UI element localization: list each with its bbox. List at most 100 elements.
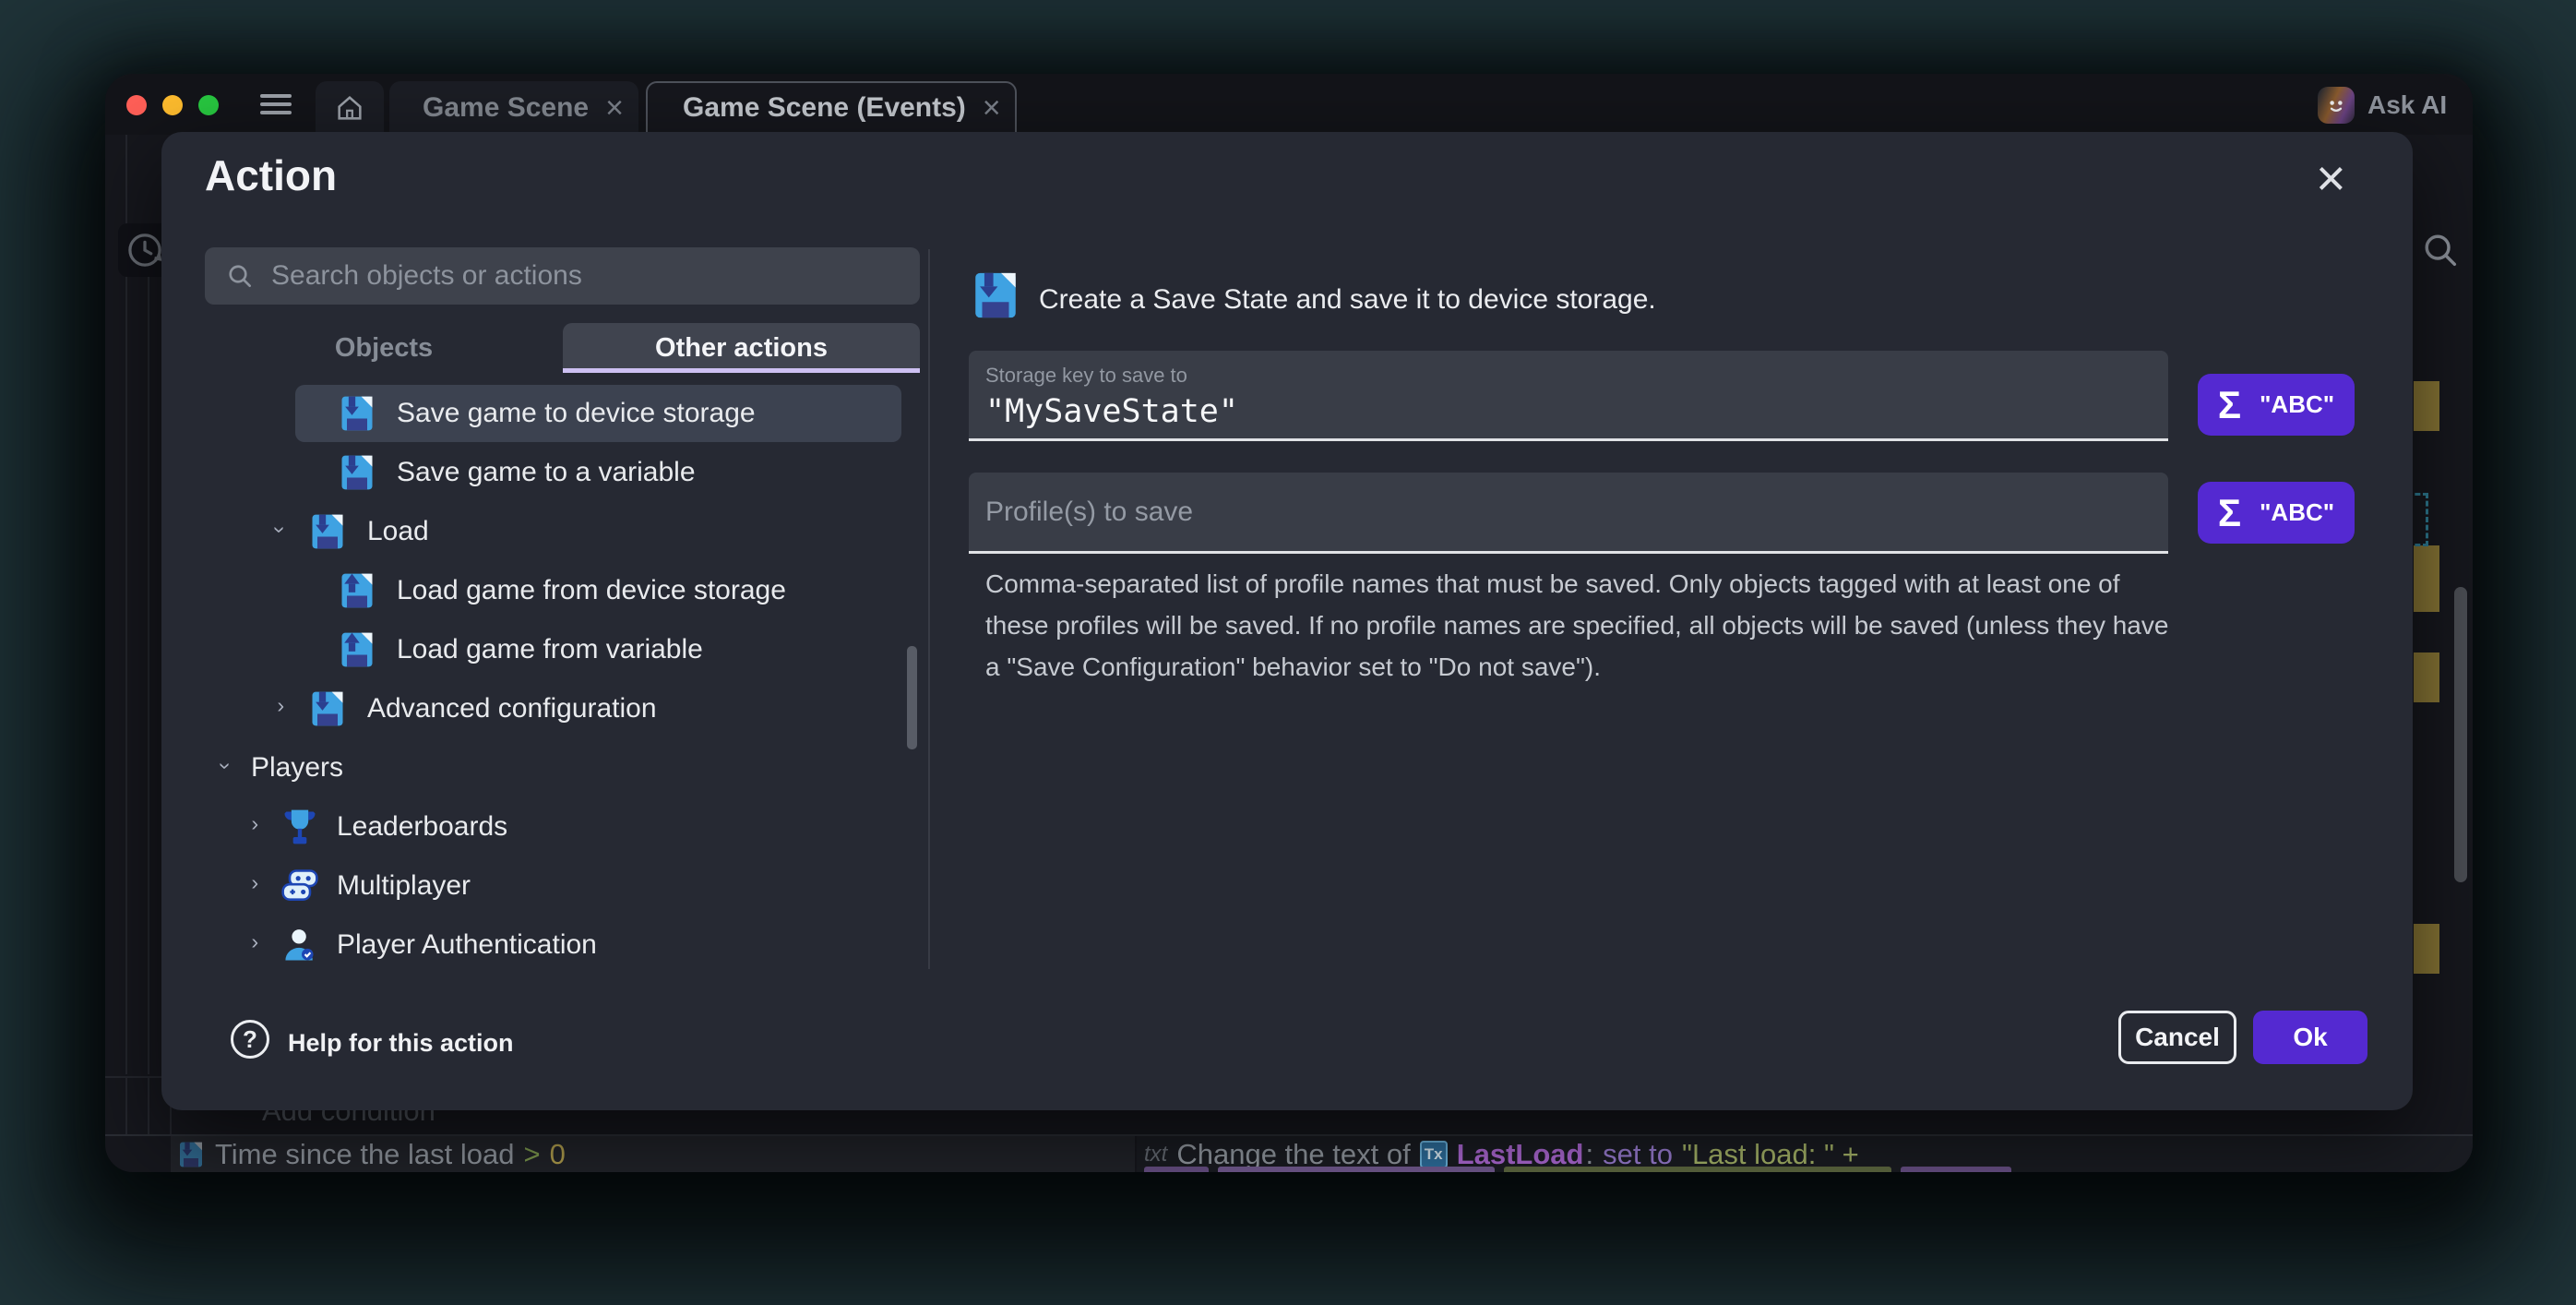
list-group-load[interactable]: › Load	[205, 503, 920, 555]
active-tab-underline	[563, 368, 920, 373]
trophy-icon	[280, 807, 320, 847]
app-window: Game Scene × Game Scene (Events) ×	[105, 74, 2473, 1172]
abc-label: "ABC"	[2260, 498, 2334, 527]
field-help-text: Comma-separated list of profile names th…	[985, 564, 2171, 688]
list-group-multiplayer[interactable]: › Multiplayer	[205, 857, 920, 909]
home-icon	[334, 92, 365, 124]
tab-other-actions[interactable]: Other actions	[563, 323, 920, 373]
text-object-icon: txt	[1144, 1142, 1167, 1167]
list-group-label: Players	[251, 752, 343, 784]
actions-tree: Save game to device storage Save game to…	[205, 377, 920, 972]
tab-label: Objects	[335, 333, 433, 364]
clipped-action-line	[1137, 1167, 2473, 1172]
condition-value: 0	[550, 1138, 566, 1171]
main-menu-icon[interactable]	[260, 94, 292, 116]
storage-key-field[interactable]: Storage key to save to "MySaveState"	[969, 351, 2168, 441]
text-object-thumbnail-icon: Tx	[1420, 1141, 1448, 1168]
indent-guide	[148, 1078, 149, 1134]
abc-label: "ABC"	[2260, 390, 2334, 419]
titlebar: Game Scene × Game Scene (Events) ×	[105, 74, 2473, 135]
save-icon	[337, 393, 377, 434]
save-state-icon	[969, 269, 1022, 322]
chevron-down-icon[interactable]: ›	[216, 762, 237, 770]
player-authentication-icon	[280, 925, 320, 965]
list-item-label: Load	[367, 516, 429, 547]
dialog-title: Action	[205, 150, 337, 200]
chevron-down-icon[interactable]: ›	[270, 526, 292, 533]
expression-editor-button[interactable]: Σ "ABC"	[2198, 482, 2355, 544]
field-value: "MySaveState"	[985, 393, 1238, 430]
list-item-label: Load game from variable	[397, 634, 703, 665]
list-item-selected[interactable]: Save game to device storage	[205, 385, 920, 437]
profiles-field[interactable]: Profile(s) to save	[969, 473, 2168, 554]
traffic-light-minimize-button[interactable]	[162, 95, 183, 115]
list-item[interactable]: Load game from device storage	[205, 562, 920, 614]
clipped-event-text	[2414, 652, 2439, 702]
help-for-this-action-link[interactable]: Help for this action	[288, 1029, 514, 1058]
list-item-label: Advanced configuration	[367, 693, 657, 724]
help-question-icon[interactable]: ?	[231, 1020, 269, 1059]
action-summary: Create a Save State and save it to devic…	[1039, 284, 1656, 316]
tab-game-scene-events[interactable]: Game Scene (Events) ×	[646, 81, 1017, 135]
tab-label: Game Scene (Events)	[683, 92, 966, 124]
condition-text: Time since the last load	[215, 1138, 515, 1171]
traffic-light-zoom-button[interactable]	[198, 95, 219, 115]
list-group-leaderboards[interactable]: › Leaderboards	[205, 798, 920, 850]
list-item-label: Multiplayer	[337, 870, 471, 902]
clipped-event-text	[2414, 545, 2439, 612]
list-item-label: Load game from device storage	[397, 575, 786, 606]
load-icon	[337, 629, 377, 670]
list-group-advanced-configuration[interactable]: › Advanced configuration	[205, 680, 920, 732]
tab-label: Game Scene	[423, 92, 589, 124]
panel-divider	[928, 249, 930, 969]
field-placeholder: Profile(s) to save	[985, 497, 1193, 528]
list-item-label: Save game to device storage	[397, 398, 756, 429]
event-condition-cell[interactable]: Time since the last load > 0	[171, 1136, 1135, 1172]
list-group-players[interactable]: › Players	[205, 739, 920, 791]
chevron-right-icon[interactable]: ›	[277, 694, 284, 715]
expression-editor-button[interactable]: Σ "ABC"	[2198, 374, 2355, 436]
list-item-label: Save game to a variable	[397, 457, 696, 488]
tab-objects[interactable]: Objects	[205, 323, 563, 373]
close-tab-icon[interactable]: ×	[983, 92, 1001, 124]
ask-ai-button[interactable]: Ask AI	[2318, 87, 2447, 124]
search-field[interactable]	[205, 247, 920, 305]
list-group-player-authentication[interactable]: › Player Authentication	[205, 916, 920, 968]
clipped-event-text	[2414, 381, 2439, 431]
action-dialog: Action × Objects Other actions	[161, 132, 2413, 1110]
clipped-event-text	[2414, 924, 2439, 974]
indent-guide	[125, 1078, 127, 1134]
indent-guide	[148, 245, 149, 1074]
events-scrollbar[interactable]	[2454, 587, 2467, 882]
search-icon[interactable]	[2419, 229, 2462, 271]
condition-operator: >	[524, 1138, 541, 1171]
home-tab[interactable]	[316, 81, 384, 135]
save-icon	[307, 688, 348, 729]
close-tab-icon[interactable]: ×	[605, 92, 624, 124]
list-item-label: Leaderboards	[337, 811, 507, 843]
chevron-right-icon[interactable]: ›	[251, 930, 258, 952]
save-icon	[337, 452, 377, 493]
history-clock-icon[interactable]	[124, 229, 166, 271]
chevron-right-icon[interactable]: ›	[251, 871, 258, 892]
list-item[interactable]: Save game to a variable	[205, 444, 920, 496]
ok-button[interactable]: Ok	[2253, 1011, 2367, 1064]
multiplayer-gamepads-icon	[280, 866, 320, 906]
close-dialog-icon[interactable]: ×	[2316, 152, 2346, 204]
list-scrollbar[interactable]	[907, 646, 917, 749]
search-icon	[225, 261, 255, 291]
list-item[interactable]: Load game from variable	[205, 621, 920, 673]
cancel-button[interactable]: Cancel	[2118, 1011, 2236, 1064]
row-divider	[105, 1076, 162, 1078]
list-item-label: Player Authentication	[337, 929, 597, 961]
save-icon	[307, 511, 348, 552]
traffic-light-close-button[interactable]	[126, 95, 147, 115]
tab-game-scene[interactable]: Game Scene ×	[389, 81, 638, 135]
sigma-icon: Σ	[2218, 491, 2241, 535]
ask-ai-label: Ask AI	[2367, 90, 2447, 120]
sigma-icon: Σ	[2218, 383, 2241, 427]
search-input[interactable]	[271, 260, 862, 292]
load-icon	[337, 570, 377, 611]
chevron-right-icon[interactable]: ›	[251, 812, 258, 833]
field-label: Storage key to save to	[985, 364, 1187, 388]
